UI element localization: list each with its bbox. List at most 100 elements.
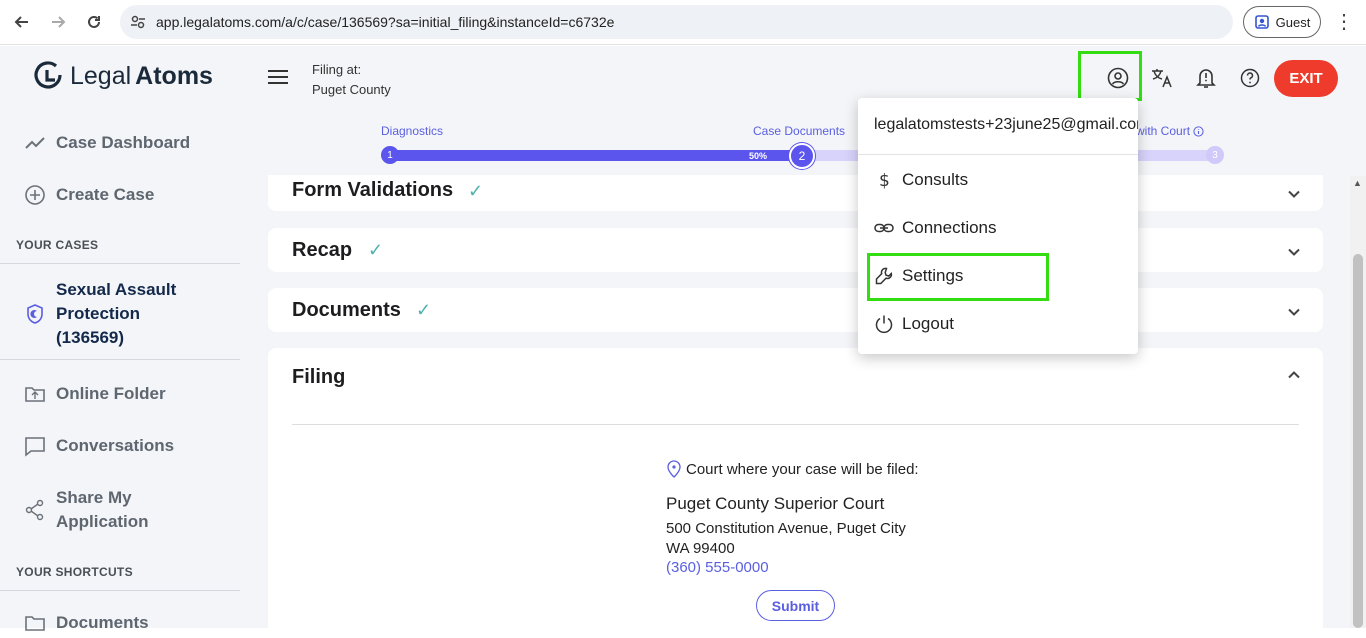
account-circle-icon bbox=[1107, 67, 1129, 89]
menu-item-label: Connections bbox=[902, 218, 997, 237]
logo-mark-icon bbox=[34, 61, 62, 89]
court-prompt-text: Court where your case will be filed: bbox=[686, 460, 919, 478]
user-email: legalatomstests+23june25@gmail.com bbox=[874, 116, 1138, 133]
power-icon bbox=[875, 315, 893, 334]
arrow-left-icon bbox=[14, 16, 28, 28]
app-page: Legal Atoms Case Dashboard Create Case YO… bbox=[0, 46, 1366, 638]
settings-highlight-box bbox=[867, 253, 1049, 301]
shield-icon bbox=[27, 304, 43, 324]
scrollbar-thumb[interactable] bbox=[1353, 254, 1363, 628]
your-shortcuts-heading: YOUR SHORTCUTS bbox=[16, 565, 133, 579]
folder-icon bbox=[25, 616, 45, 631]
notifications-button[interactable] bbox=[1192, 64, 1220, 92]
profile-label: Guest bbox=[1275, 14, 1311, 30]
sidebar-item-create-case[interactable]: Create Case bbox=[24, 184, 154, 206]
menu-item-label: Logout bbox=[902, 314, 954, 333]
sidebar-item-conversations[interactable]: Conversations bbox=[24, 435, 174, 457]
kebab-icon: ⋮ bbox=[1334, 11, 1354, 33]
person-badge-icon bbox=[1254, 15, 1269, 29]
court-phone-link[interactable]: (360) 555-0000 bbox=[666, 559, 769, 576]
arrow-right-icon bbox=[52, 16, 66, 28]
step-label-diagnostics[interactable]: Diagnostics bbox=[381, 124, 443, 138]
location-pin-icon bbox=[667, 460, 681, 478]
sidebar-item-case[interactable]: Sexual Assault Protection (136569) bbox=[24, 278, 196, 350]
scroll-up-arrow-icon[interactable]: ▲ bbox=[1353, 178, 1362, 188]
menu-item-label: Consults bbox=[902, 170, 969, 189]
submit-button[interactable]: Submit bbox=[756, 590, 835, 621]
back-button[interactable] bbox=[9, 9, 35, 35]
chevron-up-icon[interactable] bbox=[1287, 368, 1301, 382]
filing-location: Filing at: Puget County bbox=[312, 60, 391, 100]
browser-toolbar: app.legalatoms.com/a/c/case/136569?sa=in… bbox=[0, 0, 1366, 45]
chevron-down-icon[interactable] bbox=[1287, 245, 1301, 259]
url-text: app.legalatoms.com/a/c/case/136569?sa=in… bbox=[156, 14, 615, 30]
legalatoms-logo[interactable]: Legal Atoms bbox=[34, 60, 213, 92]
court-address-line1: 500 Constitution Avenue, Puget City bbox=[666, 520, 906, 537]
step-dot-2[interactable]: 2 bbox=[789, 143, 815, 169]
link-icon bbox=[874, 223, 894, 233]
svg-text:$: $ bbox=[879, 171, 890, 190]
sidebar-item-online-folder[interactable]: Online Folder bbox=[24, 383, 166, 405]
panel-form-validations[interactable]: Form Validations ✓ bbox=[268, 175, 1323, 211]
menu-divider bbox=[858, 154, 1138, 155]
your-cases-heading: YOUR CASES bbox=[16, 238, 99, 252]
court-prompt: Court where your case will be filed: bbox=[666, 460, 919, 478]
menu-item-logout[interactable]: Logout bbox=[874, 314, 954, 334]
help-button[interactable] bbox=[1236, 64, 1264, 92]
help-circle-icon bbox=[1240, 68, 1260, 88]
panel-recap[interactable]: Recap ✓ bbox=[268, 228, 1323, 272]
share-icon bbox=[25, 499, 44, 521]
sidebar-item-label: Create Case bbox=[56, 185, 155, 204]
dollar-icon: $ bbox=[879, 171, 890, 190]
step-label-case-documents[interactable]: Case Documents bbox=[753, 124, 845, 138]
sidebar-item-share-application[interactable]: Share My Application bbox=[24, 486, 166, 534]
chevron-down-icon[interactable] bbox=[1287, 187, 1301, 201]
menu-item-connections[interactable]: Connections bbox=[874, 218, 997, 238]
divider bbox=[0, 590, 240, 591]
panel-title: Form Validations bbox=[292, 179, 454, 201]
court-address-line2: WA 99400 bbox=[666, 540, 735, 557]
translate-button[interactable] bbox=[1148, 64, 1176, 92]
sidebar-item-label: Conversations bbox=[56, 436, 175, 455]
panel-title: Documents bbox=[292, 299, 401, 321]
sidebar-item-label: Documents bbox=[56, 613, 149, 632]
chevron-down-icon[interactable] bbox=[1287, 305, 1301, 319]
plus-circle-icon bbox=[25, 185, 45, 205]
progress-percent: 50% bbox=[749, 151, 768, 161]
sidebar-item-label: Share My Application bbox=[56, 488, 149, 531]
divider bbox=[0, 263, 240, 264]
bell-alert-icon bbox=[1196, 69, 1216, 88]
step-dot-1[interactable]: 1 bbox=[381, 146, 399, 164]
panel-documents[interactable]: Documents ✓ bbox=[268, 288, 1323, 332]
exit-button[interactable]: EXIT bbox=[1274, 60, 1338, 97]
info-icon bbox=[1193, 125, 1204, 137]
translate-icon bbox=[1152, 69, 1172, 88]
address-bar[interactable]: app.legalatoms.com/a/c/case/136569?sa=in… bbox=[120, 5, 1233, 39]
sidebar: Legal Atoms Case Dashboard Create Case YO… bbox=[0, 46, 240, 632]
panel-title: Filing bbox=[292, 366, 346, 388]
court-address: 500 Constitution Avenue, Puget City WA 9… bbox=[666, 519, 906, 559]
divider bbox=[0, 359, 240, 360]
filing-at-value: Puget County bbox=[312, 82, 391, 97]
site-settings-icon[interactable] bbox=[130, 14, 146, 30]
forward-button[interactable] bbox=[45, 9, 71, 35]
menu-item-consults[interactable]: $ Consults bbox=[874, 170, 968, 190]
filing-divider bbox=[292, 424, 1299, 425]
court-name: Puget County Superior Court bbox=[666, 494, 885, 513]
trend-icon bbox=[25, 137, 45, 149]
chat-icon bbox=[25, 437, 45, 457]
profile-button[interactable]: Guest bbox=[1243, 6, 1321, 38]
menu-toggle-button[interactable] bbox=[268, 70, 288, 86]
browser-menu-button[interactable]: ⋮ bbox=[1334, 10, 1354, 34]
check-icon: ✓ bbox=[468, 181, 484, 201]
logo-text-part1: Legal bbox=[70, 61, 132, 90]
account-button[interactable] bbox=[1104, 64, 1132, 92]
case-label: Sexual Assault Protection (136569) bbox=[56, 280, 177, 347]
user-menu-dropdown: legalatomstests+23june25@gmail.com $ Con… bbox=[858, 98, 1138, 354]
step-dot-3[interactable]: 3 bbox=[1206, 146, 1224, 164]
logo-text-part2: Atoms bbox=[135, 61, 213, 90]
sidebar-item-documents[interactable]: Documents bbox=[24, 612, 149, 634]
sidebar-item-case-dashboard[interactable]: Case Dashboard bbox=[24, 132, 190, 154]
reload-button[interactable] bbox=[81, 9, 107, 35]
reload-icon bbox=[88, 15, 100, 28]
